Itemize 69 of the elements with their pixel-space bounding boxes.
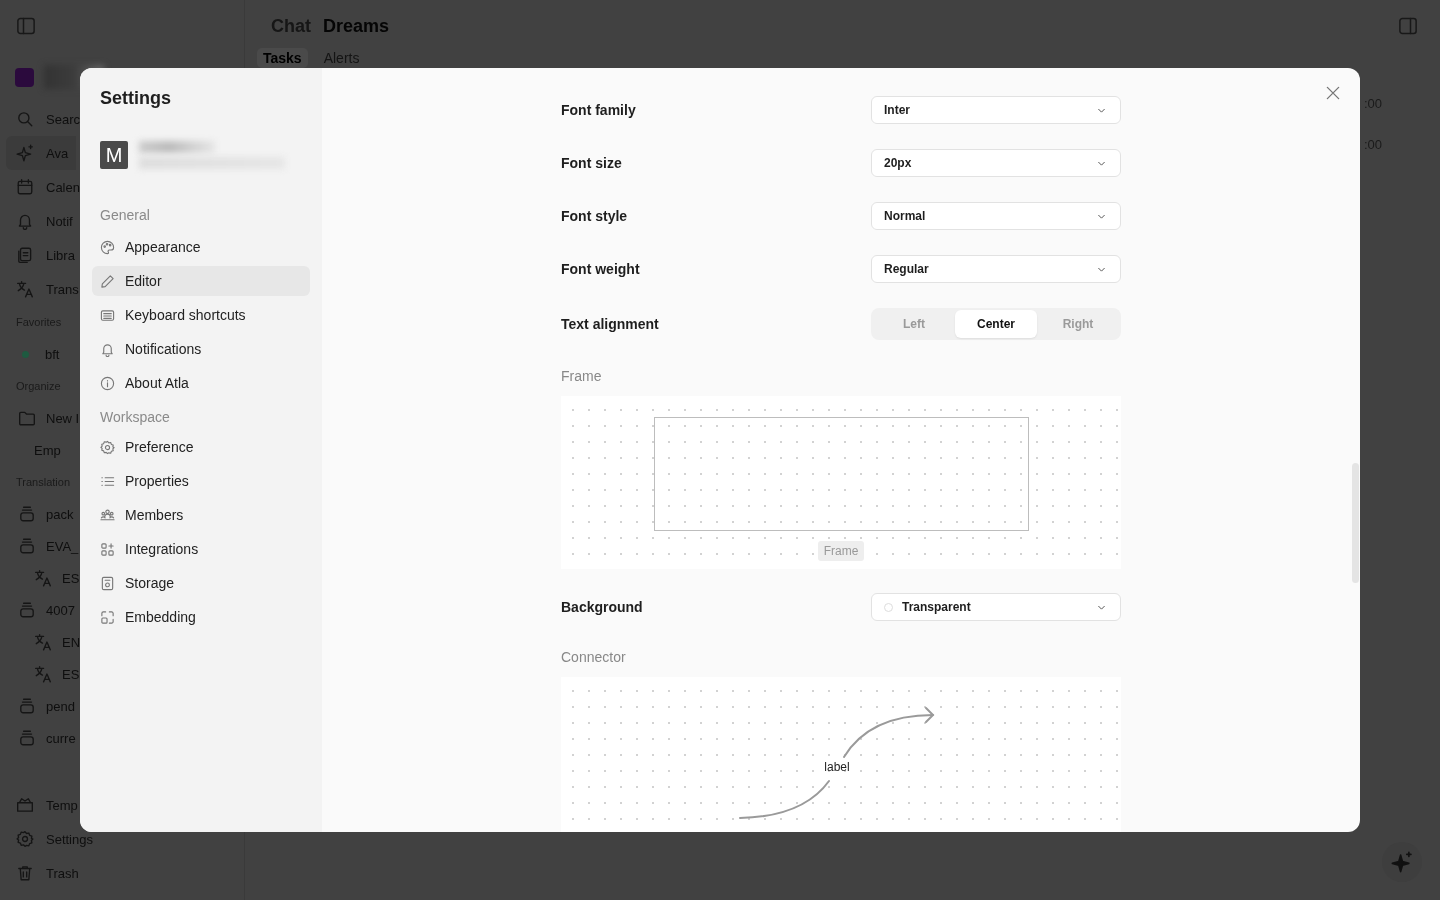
tab[interactable]: Tasks bbox=[257, 48, 308, 68]
bell-icon bbox=[100, 341, 115, 357]
translate-icon bbox=[34, 569, 52, 587]
section-heading: Workspace bbox=[99, 408, 171, 427]
settings-icon bbox=[16, 830, 34, 848]
storage-icon bbox=[100, 575, 115, 591]
keyboard-icon bbox=[100, 307, 115, 323]
settings-nav-item[interactable]: Integrations bbox=[92, 534, 310, 564]
dropdown[interactable]: Normal bbox=[871, 202, 1121, 230]
settings-nav-item[interactable]: Appearance bbox=[92, 232, 310, 262]
palette-icon bbox=[100, 239, 115, 255]
dropdown[interactable]: 20px bbox=[871, 149, 1121, 177]
frame-label: Frame bbox=[817, 541, 865, 562]
connector-label: label bbox=[824, 760, 850, 775]
avatar: M bbox=[100, 141, 128, 169]
settings-nav-item[interactable]: Storage bbox=[92, 568, 310, 598]
people-icon bbox=[100, 507, 115, 523]
segment-option[interactable]: Right bbox=[1037, 310, 1119, 338]
stack-icon bbox=[18, 697, 36, 715]
sparkle-icon bbox=[16, 144, 34, 162]
search-icon bbox=[16, 110, 34, 128]
translate-icon bbox=[16, 280, 34, 298]
stack-icon bbox=[18, 537, 36, 555]
sidebar-toggle-icon[interactable] bbox=[16, 16, 36, 36]
setting-label: Font size bbox=[561, 155, 622, 171]
pencil-icon bbox=[100, 273, 115, 289]
folder-icon bbox=[18, 409, 36, 427]
embed-icon bbox=[100, 609, 115, 625]
setting-label: Font weight bbox=[561, 261, 640, 277]
calendar-icon bbox=[16, 178, 34, 196]
stack-icon bbox=[18, 601, 36, 619]
setting-label: Font family bbox=[561, 102, 636, 118]
segment-option[interactable]: Left bbox=[873, 310, 955, 338]
dropdown[interactable]: Regular bbox=[871, 255, 1121, 283]
dialog-title: Settings bbox=[99, 88, 172, 110]
close-icon bbox=[1324, 84, 1342, 102]
section-heading: Connector bbox=[561, 649, 627, 666]
settings-nav-item[interactable]: Embedding bbox=[92, 602, 310, 632]
settings-nav-item[interactable]: Keyboard shortcuts bbox=[92, 300, 310, 330]
tray-icon bbox=[16, 796, 34, 814]
grid-icon bbox=[100, 541, 115, 557]
settings-icon bbox=[100, 439, 115, 455]
translate-icon bbox=[34, 633, 52, 651]
breadcrumb-item: Dreams bbox=[323, 15, 390, 37]
stack-icon bbox=[18, 505, 36, 523]
info-icon bbox=[100, 375, 115, 391]
bell-icon bbox=[16, 212, 34, 230]
setting-label: Font style bbox=[561, 208, 628, 224]
setting-label: Text alignment bbox=[561, 316, 659, 332]
stack-icon bbox=[18, 729, 36, 747]
settings-nav-item[interactable]: Properties bbox=[92, 466, 310, 496]
trash-icon bbox=[16, 864, 34, 882]
workspace-logo[interactable] bbox=[15, 67, 34, 87]
scrollbar-thumb[interactable] bbox=[1352, 463, 1359, 583]
segment-option[interactable]: Center bbox=[955, 310, 1037, 338]
section-heading: Frame bbox=[561, 368, 603, 385]
dropdown[interactable]: Transparent bbox=[871, 593, 1121, 622]
settings-nav-item[interactable]: Preference bbox=[92, 432, 310, 462]
settings-nav-item[interactable]: Editor bbox=[92, 266, 310, 296]
settings-nav-item[interactable]: About Atla bbox=[92, 368, 310, 398]
settings-nav-item[interactable]: Notifications bbox=[92, 334, 310, 364]
setting-label: Background bbox=[561, 599, 643, 616]
document-stack-icon bbox=[16, 246, 34, 264]
settings-nav-item[interactable]: Members bbox=[92, 500, 310, 530]
translate-icon bbox=[34, 665, 52, 683]
section-heading: General bbox=[99, 206, 151, 225]
sparkle-icon bbox=[1391, 851, 1413, 873]
dropdown[interactable]: Inter bbox=[871, 96, 1121, 124]
panel-toggle-icon[interactable] bbox=[1398, 16, 1418, 36]
